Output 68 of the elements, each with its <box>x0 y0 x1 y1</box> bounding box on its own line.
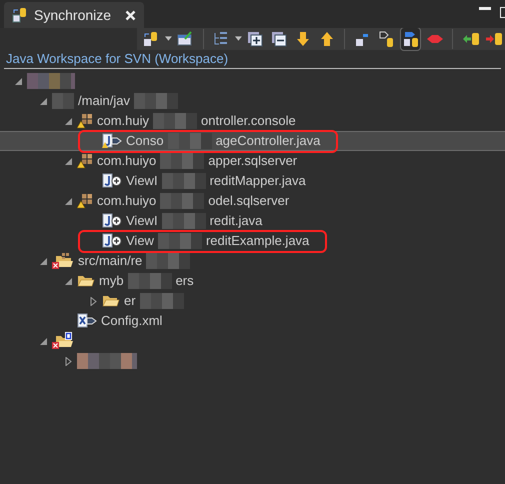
redaction-mosaic <box>140 293 184 309</box>
xml-file-outgoing-icon <box>77 313 97 329</box>
tree-item-label[interactable]: odel.sqlserver <box>208 191 290 211</box>
redaction-mosaic <box>160 193 204 209</box>
both-modes-button[interactable] <box>400 27 422 51</box>
view-tab[interactable]: Synchronize <box>4 2 144 28</box>
expanded-arrow-icon[interactable] <box>64 156 73 166</box>
package-warning-icon <box>77 113 93 129</box>
java-file-incoming-icon <box>102 173 122 189</box>
tree-item-label[interactable]: com.huiyo <box>97 151 156 171</box>
expanded-arrow-icon[interactable] <box>14 76 23 86</box>
expanded-arrow-icon[interactable] <box>64 196 73 206</box>
package-warning-icon <box>77 193 93 209</box>
collapsed-arrow-icon[interactable] <box>64 356 73 366</box>
folder-icon <box>77 274 95 288</box>
caret-icon[interactable] <box>234 36 242 42</box>
expanded-arrow-icon[interactable] <box>39 256 48 266</box>
tree-item-label[interactable]: com.huiyo <box>97 191 156 211</box>
both-modes-icon <box>402 30 420 48</box>
java-file-incoming-icon <box>102 213 122 229</box>
redaction-mosaic <box>77 353 137 369</box>
java-file-outgoing-icon <box>102 133 122 149</box>
tree-item-label[interactable]: ontroller.console <box>201 111 296 131</box>
tree-item-label[interactable]: ers <box>176 271 194 291</box>
synchronize-icon <box>12 7 28 23</box>
redaction-mosaic <box>146 253 190 269</box>
tree-item-label[interactable]: ViewI <box>126 211 158 231</box>
expanded-arrow-icon[interactable] <box>64 116 73 126</box>
folder-icon <box>102 294 120 308</box>
redaction-mosaic <box>27 73 75 89</box>
redaction-mosaic <box>134 93 178 109</box>
tree-item-label[interactable]: er <box>124 291 136 311</box>
redaction-mosaic <box>158 233 202 249</box>
package-warning-icon <box>77 153 93 169</box>
tree-item-label[interactable]: ageController.java <box>216 131 320 151</box>
close-icon[interactable] <box>125 10 136 20</box>
tree-item-label[interactable]: reditExample.java <box>206 231 310 251</box>
tree-item-label[interactable]: reditMapper.java <box>210 171 306 191</box>
caret-icon[interactable] <box>164 36 172 42</box>
minimize-icon[interactable] <box>479 7 491 11</box>
tree-item-label[interactable]: src/main/re <box>78 251 142 271</box>
tree-item-label[interactable]: apper.sqlserver <box>208 151 298 171</box>
tree-item-label[interactable]: redit.java <box>210 211 262 231</box>
redaction-mosaic <box>162 213 206 229</box>
tree-item-label[interactable]: Conso <box>126 131 164 151</box>
redaction-mosaic <box>162 173 206 189</box>
tab-title: Synchronize <box>34 6 112 25</box>
redaction-mosaic <box>128 273 172 289</box>
tree-item-label[interactable]: com.huiy <box>97 111 150 131</box>
tree-item-label[interactable]: View <box>126 231 154 251</box>
redaction-mosaic <box>168 133 212 149</box>
java-file-incoming-icon <box>102 233 122 249</box>
expanded-arrow-icon[interactable] <box>64 276 73 286</box>
maximize-icon[interactable] <box>500 7 505 19</box>
folder-error-badge-icon <box>52 332 74 350</box>
redaction-mosaic <box>52 93 74 109</box>
expanded-arrow-icon[interactable] <box>39 336 48 346</box>
workspace-title: Java Workspace for SVN (Workspace) <box>6 50 228 68</box>
tree-item-label[interactable]: ViewI <box>126 171 158 191</box>
source-folder-error-icon <box>52 252 74 270</box>
tree-item-label[interactable]: /main/jav <box>78 91 130 111</box>
tree-item-label[interactable]: myb <box>99 271 124 291</box>
collapsed-arrow-icon[interactable] <box>89 296 98 306</box>
expanded-arrow-icon[interactable] <box>39 96 48 106</box>
redaction-mosaic <box>153 113 198 129</box>
redaction-mosaic <box>160 153 204 169</box>
selected-tree-row[interactable]: Conso ageController.java <box>0 131 505 151</box>
tree-item-label[interactable]: Config.xml <box>101 311 162 331</box>
